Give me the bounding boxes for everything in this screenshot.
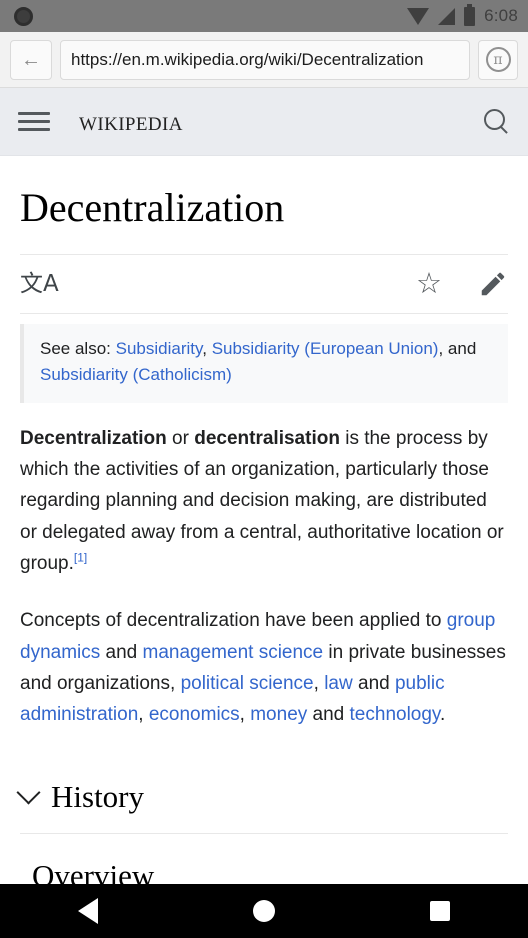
section-heading-label: History [51, 778, 144, 814]
hamburger-bar [18, 120, 50, 123]
android-home-icon[interactable] [252, 900, 275, 922]
hatnote-sep: , [202, 339, 212, 358]
action-bar-right: ☆ [416, 269, 508, 299]
hatnote-link-subsidiarity-catholicism[interactable]: Subsidiarity (Catholicism) [40, 365, 232, 384]
section-heading-history[interactable]: History [16, 757, 508, 833]
wikipedia-wordmark[interactable]: Wikipedia [79, 106, 183, 137]
language-icon[interactable]: 文A [20, 272, 59, 296]
article-action-bar: 文A ☆ [20, 255, 508, 313]
lead-term-2: decentralisation [194, 427, 340, 449]
browser-toolbar: ← https://en.m.wikipedia.org/wiki/Decent… [0, 32, 528, 88]
page-title: Decentralization [20, 185, 285, 230]
hatnote-prefix: See also: [40, 339, 116, 358]
status-bar-right: 6:08 [407, 3, 518, 26]
lead-term-1: Decentralization [20, 427, 167, 449]
cell-signal-icon [438, 7, 456, 25]
link-economics[interactable]: economics [149, 704, 240, 725]
wifi-icon [407, 7, 430, 25]
p2-text: , [239, 704, 251, 726]
android-back-icon[interactable] [77, 898, 98, 924]
p2-text: and [307, 704, 350, 726]
circle-notification-icon [14, 6, 33, 26]
status-bar-left [14, 6, 407, 26]
hatnote-see-also: See also: Subsidiarity, Subsidiarity (Eu… [20, 324, 508, 403]
android-recents-icon[interactable] [430, 901, 451, 921]
lead-text: is the process by which the activities o… [20, 427, 504, 575]
url-input[interactable]: https://en.m.wikipedia.org/wiki/Decentra… [60, 39, 470, 80]
back-arrow-icon[interactable]: ← [10, 39, 52, 80]
status-bar: 6:08 [0, 0, 528, 32]
p2-text: . [440, 704, 446, 726]
second-paragraph: Concepts of decentralization have been a… [20, 605, 508, 730]
article-container: Decentralization 文A ☆ See also: Subsidia… [0, 156, 528, 894]
hamburger-bar [18, 128, 50, 131]
status-bar-clock: 6:08 [484, 6, 518, 25]
link-technology[interactable]: technology [350, 704, 441, 725]
link-political-science[interactable]: political science [181, 673, 314, 694]
pencil-edit-icon[interactable] [478, 269, 508, 299]
action-bar-divider [20, 313, 508, 314]
lead-paragraph: Decentralization or decentralisation is … [20, 423, 508, 580]
hatnote-link-subsidiarity[interactable]: Subsidiarity [116, 339, 203, 358]
p2-text: Concepts of decentralization have been a… [20, 610, 447, 632]
link-management-science[interactable]: management science [143, 642, 324, 663]
circled-pi-icon[interactable]: π [478, 39, 518, 80]
hatnote-sep: , and [438, 339, 477, 358]
hamburger-menu-icon[interactable] [18, 112, 50, 131]
star-icon[interactable]: ☆ [416, 269, 442, 299]
lead-conjunction: or [166, 427, 195, 449]
phone-screen: 6:08 ← https://en.m.wikipedia.org/wiki/D… [0, 0, 528, 938]
reference-link-1[interactable]: [1] [74, 551, 87, 565]
p2-text: , [138, 704, 149, 726]
hatnote-link-subsidiarity-eu[interactable]: Subsidiarity (European Union) [212, 339, 439, 358]
hamburger-bar [18, 112, 50, 115]
battery-icon [464, 3, 476, 26]
circled-pi-glyph: π [485, 47, 511, 72]
article-body: Decentralization or decentralisation is … [20, 423, 508, 731]
p2-text: , [313, 673, 325, 695]
p2-text: and [352, 673, 395, 695]
search-icon[interactable] [484, 108, 510, 135]
p2-text: and [100, 641, 143, 663]
chevron-down-icon [16, 780, 41, 805]
link-law[interactable]: law [324, 673, 353, 694]
android-navigation-bar [0, 884, 528, 938]
link-money[interactable]: money [250, 704, 307, 725]
wikipedia-header: Wikipedia [0, 88, 528, 156]
